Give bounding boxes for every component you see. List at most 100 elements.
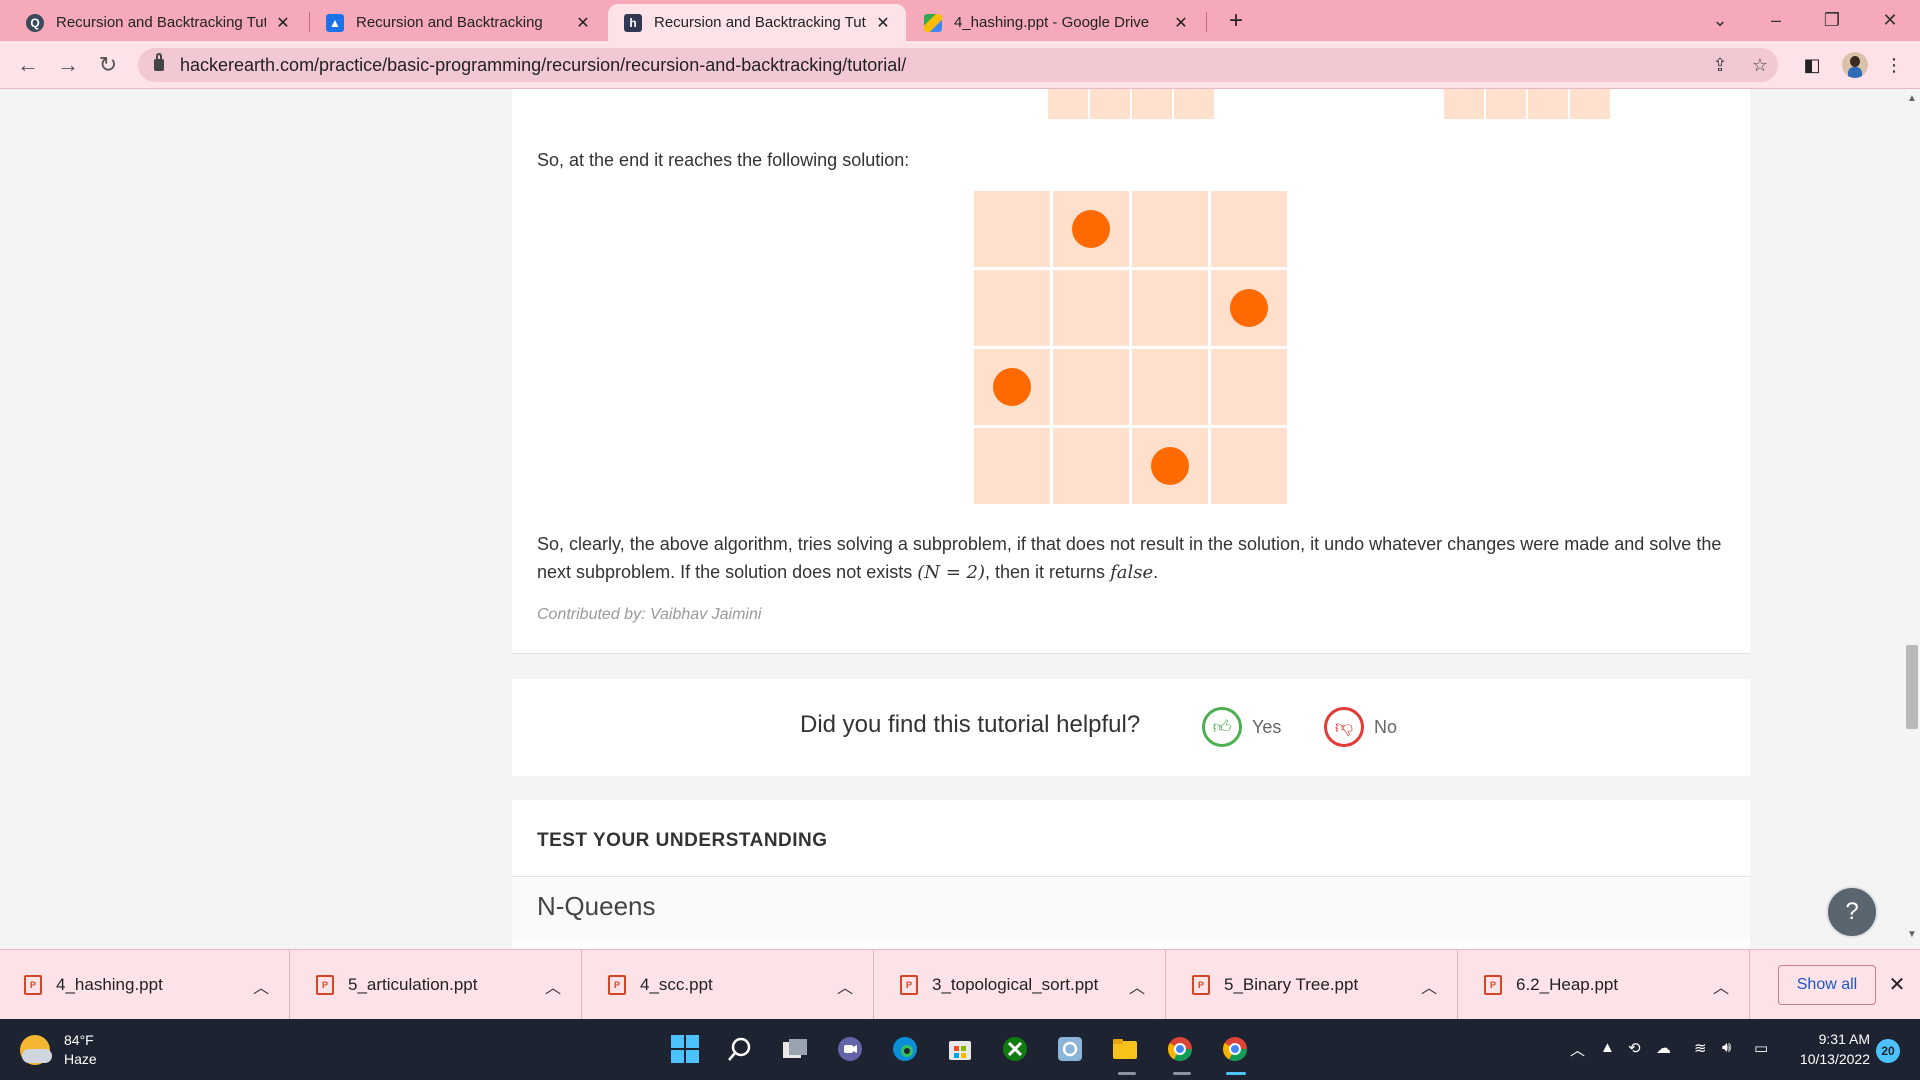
wifi-icon[interactable]: ≋ — [1694, 1039, 1707, 1057]
download-item[interactable]: P 6.2_Heap.ppt ︿ — [1460, 950, 1750, 1020]
weather-widget[interactable]: 84°F Haze — [20, 1031, 97, 1069]
yes-vote-button[interactable]: 👍︎ Yes — [1202, 707, 1281, 747]
download-item[interactable]: P 3_topological_sort.ppt ︿ — [876, 950, 1166, 1020]
task-view-icon[interactable] — [776, 1030, 814, 1068]
problem-list-item[interactable]: N-Queens — [512, 877, 1750, 939]
scrollbar-thumb[interactable] — [1906, 645, 1918, 729]
board-cell — [1053, 349, 1129, 425]
url-text[interactable]: hackerearth.com/practice/basic-programmi… — [180, 55, 906, 76]
profile-avatar[interactable] — [1842, 52, 1868, 78]
show-all-downloads-button[interactable]: Show all — [1778, 965, 1876, 1005]
download-filename[interactable]: 3_topological_sort.ppt — [932, 975, 1098, 995]
no-vote-button[interactable]: 👎︎ No — [1324, 707, 1397, 747]
download-filename[interactable]: 4_hashing.ppt — [56, 975, 163, 995]
address-bar[interactable]: hackerearth.com/practice/basic-programmi… — [138, 48, 1778, 82]
volume-icon[interactable]: 🔊︎ — [1722, 1039, 1731, 1056]
xbox-icon[interactable] — [996, 1030, 1034, 1068]
board-cell — [1211, 270, 1287, 346]
conclusion-text-end: . — [1153, 562, 1159, 582]
thumbs-up-icon[interactable]: 👍︎ — [1202, 707, 1242, 747]
tab-recursion-tutorial-1[interactable]: Q Recursion and Backtracking Tuto ✕ — [10, 4, 306, 41]
forward-arrow-icon[interactable]: → — [54, 51, 82, 79]
download-filename[interactable]: 4_scc.ppt — [640, 975, 713, 995]
scroll-down-arrow-icon[interactable]: ▼ — [1906, 929, 1918, 940]
teams-chat-icon[interactable] — [831, 1030, 869, 1068]
tab-strip: Q Recursion and Backtracking Tuto ✕ ▲ Re… — [0, 0, 1920, 41]
chevron-up-icon[interactable]: ︿ — [253, 974, 269, 998]
chrome-profile-icon[interactable] — [1216, 1030, 1254, 1068]
help-button[interactable]: ? — [1826, 886, 1878, 938]
previous-board-fragment-left — [1048, 89, 1214, 119]
minimize-icon[interactable]: – — [1756, 6, 1796, 34]
chevron-up-icon[interactable]: ︿ — [837, 974, 853, 998]
close-tab-icon[interactable]: ✕ — [274, 13, 292, 33]
side-panel-icon[interactable]: ◧ — [1800, 53, 1824, 77]
close-shelf-icon[interactable]: ✕ — [1886, 972, 1908, 997]
close-tab-icon[interactable]: ✕ — [874, 13, 892, 33]
file-explorer-icon[interactable] — [1106, 1030, 1144, 1068]
download-item[interactable]: P 5_Binary Tree.ppt ︿ — [1168, 950, 1458, 1020]
hackerearth-favicon-icon: h — [624, 13, 642, 32]
n-queens-solution-board — [974, 191, 1290, 507]
lock-icon[interactable] — [154, 53, 164, 71]
edge-browser-icon[interactable] — [886, 1030, 924, 1068]
microsoft-store-icon[interactable] — [941, 1030, 979, 1068]
windows-start-icon[interactable] — [666, 1030, 704, 1068]
tab-recursion-classroom[interactable]: ▲ Recursion and Backtracking ✕ — [310, 4, 606, 41]
powerpoint-file-icon: P — [316, 975, 334, 995]
math-n-equals-2: (N = 2) — [917, 562, 985, 583]
page-scrollbar[interactable]: ▲ ▼ — [1902, 89, 1920, 949]
board-cell — [1132, 428, 1208, 504]
yes-label[interactable]: Yes — [1252, 717, 1281, 738]
conclusion-text-part2: , then it returns — [985, 562, 1111, 582]
tutorial-article: So, at the end it reaches the following … — [512, 89, 1750, 654]
back-arrow-icon[interactable]: ← — [14, 51, 42, 79]
onedrive-cloud-icon[interactable]: ☁ — [1656, 1039, 1671, 1057]
queen-marker — [1151, 447, 1189, 485]
chevron-up-icon[interactable]: ︿ — [545, 974, 561, 998]
no-label[interactable]: No — [1374, 717, 1397, 738]
share-icon[interactable]: ⇪ — [1708, 53, 1732, 77]
download-item[interactable]: P 5_articulation.ppt ︿ — [292, 950, 582, 1020]
menu-kebab-icon[interactable]: ⋮ — [1882, 53, 1906, 77]
powerpoint-file-icon: P — [900, 975, 918, 995]
tab-recursion-tutorial-active[interactable]: h Recursion and Backtracking Tuto ✕ — [608, 4, 906, 41]
clock-time[interactable]: 9:31 AM — [1790, 1029, 1870, 1049]
tab-separator — [1206, 12, 1207, 32]
board-cell — [1053, 270, 1129, 346]
scroll-up-arrow-icon[interactable]: ▲ — [1906, 93, 1918, 104]
download-filename[interactable]: 6.2_Heap.ppt — [1516, 975, 1618, 995]
download-item[interactable]: P 4_hashing.ppt ︿ — [0, 950, 290, 1020]
system-clock[interactable]: 9:31 AM 10/13/2022 — [1790, 1029, 1870, 1069]
chrome-icon[interactable] — [1161, 1030, 1199, 1068]
close-tab-icon[interactable]: ✕ — [1172, 13, 1190, 33]
battery-icon[interactable]: ▭ — [1754, 1039, 1768, 1057]
chevron-up-icon[interactable]: ︿ — [1129, 974, 1145, 998]
powerpoint-file-icon: P — [1192, 975, 1210, 995]
chevron-up-icon[interactable]: ︿ — [1570, 1039, 1585, 1060]
chevron-up-icon[interactable]: ︿ — [1421, 974, 1437, 998]
thumbs-down-icon[interactable]: 👎︎ — [1324, 707, 1364, 747]
sync-icon[interactable]: ⟲ — [1628, 1039, 1641, 1057]
tab-search-icon[interactable]: ⌄ — [1700, 6, 1740, 34]
close-window-icon[interactable]: ✕ — [1870, 6, 1910, 34]
chevron-up-icon[interactable]: ︿ — [1713, 974, 1729, 998]
download-filename[interactable]: 5_Binary Tree.ppt — [1224, 975, 1358, 995]
notification-count-badge[interactable]: 20 — [1876, 1039, 1900, 1063]
app-icon[interactable] — [1051, 1030, 1089, 1068]
restore-icon[interactable]: ❐ — [1812, 6, 1852, 34]
new-tab-button[interactable]: + — [1222, 8, 1250, 36]
search-icon[interactable] — [721, 1030, 759, 1068]
close-tab-icon[interactable]: ✕ — [574, 13, 592, 33]
board-cell — [1211, 349, 1287, 425]
download-item[interactable]: P 4_scc.ppt ︿ — [584, 950, 874, 1020]
google-drive-tray-icon[interactable]: ▲ — [1600, 1039, 1615, 1056]
download-filename[interactable]: 5_articulation.ppt — [348, 975, 477, 995]
downloads-shelf: P 4_hashing.ppt ︿ P 5_articulation.ppt ︿… — [0, 949, 1920, 1020]
problem-title[interactable]: N-Queens — [537, 891, 656, 922]
board-cell — [1132, 270, 1208, 346]
bookmark-star-icon[interactable]: ☆ — [1748, 53, 1772, 77]
tab-google-drive[interactable]: 4_hashing.ppt - Google Drive ✕ — [908, 4, 1204, 41]
reload-icon[interactable]: ↻ — [94, 51, 122, 79]
clock-date[interactable]: 10/13/2022 — [1790, 1049, 1870, 1069]
